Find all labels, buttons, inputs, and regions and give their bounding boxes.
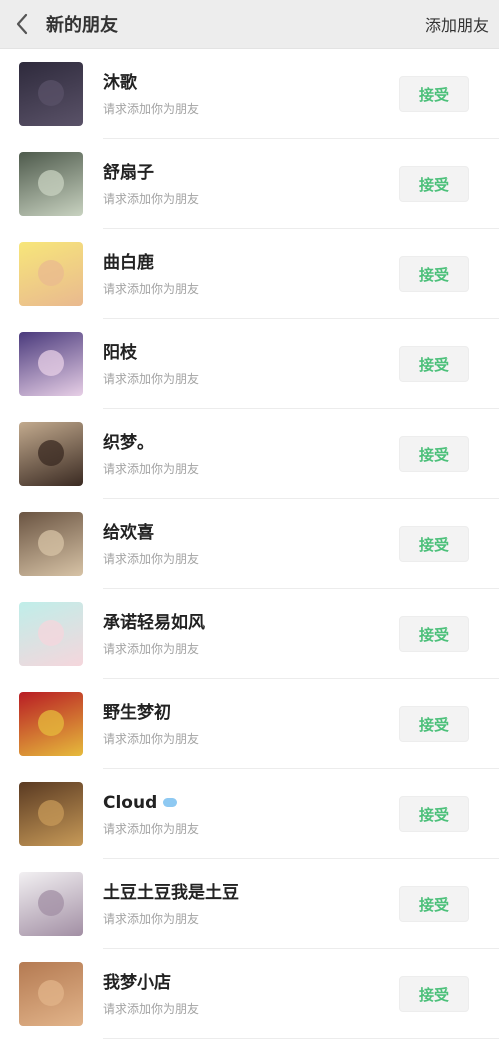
page-title: 新的朋友 bbox=[46, 15, 118, 36]
friend-request-row[interactable]: 我梦小店 请求添加你为朋友 接受 bbox=[0, 949, 499, 1039]
avatar-figure bbox=[38, 79, 64, 106]
avatar-figure bbox=[38, 619, 64, 646]
friend-request-row[interactable]: 承诺轻易如风 请求添加你为朋友 接受 bbox=[0, 589, 499, 679]
avatar[interactable] bbox=[19, 782, 83, 846]
avatar[interactable] bbox=[19, 602, 83, 666]
friend-name-text: 土豆土豆我是土豆 bbox=[103, 882, 239, 903]
avatar-figure bbox=[38, 799, 64, 826]
accept-button[interactable]: 接受 bbox=[399, 76, 469, 112]
friend-request-list: 沐歌 请求添加你为朋友 接受 舒扇子 请求添加你为朋友 接受 曲白鹿 请求添加你为朋友 接受 阳枝… bbox=[0, 49, 499, 1039]
avatar[interactable] bbox=[19, 422, 83, 486]
friend-request-row[interactable]: 曲白鹿 请求添加你为朋友 接受 bbox=[0, 229, 499, 319]
avatar[interactable] bbox=[19, 62, 83, 126]
avatar[interactable] bbox=[19, 332, 83, 396]
avatar[interactable] bbox=[19, 242, 83, 306]
accept-button[interactable]: 接受 bbox=[399, 706, 469, 742]
back-button[interactable] bbox=[0, 0, 44, 48]
top-bar: 新的朋友 添加朋友 bbox=[0, 0, 499, 49]
accept-button[interactable]: 接受 bbox=[399, 976, 469, 1012]
avatar[interactable] bbox=[19, 512, 83, 576]
friend-name-text: 我梦小店 bbox=[103, 972, 171, 993]
avatar[interactable] bbox=[19, 872, 83, 936]
friend-name-text: Cloud bbox=[103, 792, 158, 813]
accept-button[interactable]: 接受 bbox=[399, 256, 469, 292]
friend-name-text: 给欢喜 bbox=[103, 522, 154, 543]
friend-request-row[interactable]: 阳枝 请求添加你为朋友 接受 bbox=[0, 319, 499, 409]
friend-name-text: 织梦。 bbox=[103, 432, 154, 453]
friend-name-text: 承诺轻易如风 bbox=[103, 612, 205, 633]
avatar-figure bbox=[38, 979, 64, 1006]
accept-button[interactable]: 接受 bbox=[399, 616, 469, 652]
accept-button[interactable]: 接受 bbox=[399, 526, 469, 562]
avatar-figure bbox=[38, 349, 64, 376]
avatar-figure bbox=[38, 169, 64, 196]
accept-button[interactable]: 接受 bbox=[399, 436, 469, 472]
avatar-figure bbox=[38, 439, 64, 466]
chevron-left-icon bbox=[16, 13, 28, 35]
avatar-figure bbox=[38, 889, 64, 916]
friend-request-row[interactable]: Cloud 请求添加你为朋友 接受 bbox=[0, 769, 499, 859]
accept-button[interactable]: 接受 bbox=[399, 886, 469, 922]
friend-name-text: 阳枝 bbox=[103, 342, 137, 363]
avatar-figure bbox=[38, 709, 64, 736]
avatar[interactable] bbox=[19, 692, 83, 756]
add-friend-button[interactable]: 添加朋友 bbox=[425, 0, 489, 48]
avatar[interactable] bbox=[19, 962, 83, 1026]
avatar-figure bbox=[38, 529, 64, 556]
accept-button[interactable]: 接受 bbox=[399, 346, 469, 382]
friend-name-text: 沐歌 bbox=[103, 72, 137, 93]
verified-badge-icon bbox=[163, 798, 178, 807]
accept-button[interactable]: 接受 bbox=[399, 166, 469, 202]
avatar-figure bbox=[38, 259, 64, 286]
friend-request-row[interactable]: 土豆土豆我是土豆 请求添加你为朋友 接受 bbox=[0, 859, 499, 949]
friend-request-row[interactable]: 野生梦初 请求添加你为朋友 接受 bbox=[0, 679, 499, 769]
friend-request-row[interactable]: 织梦。 请求添加你为朋友 接受 bbox=[0, 409, 499, 499]
friend-request-row[interactable]: 舒扇子 请求添加你为朋友 接受 bbox=[0, 139, 499, 229]
friend-name-text: 野生梦初 bbox=[103, 702, 171, 723]
accept-button[interactable]: 接受 bbox=[399, 796, 469, 832]
friend-name-text: 舒扇子 bbox=[103, 162, 154, 183]
friend-request-row[interactable]: 沐歌 请求添加你为朋友 接受 bbox=[0, 49, 499, 139]
friend-name-text: 曲白鹿 bbox=[103, 252, 154, 273]
friend-request-row[interactable]: 给欢喜 请求添加你为朋友 接受 bbox=[0, 499, 499, 589]
avatar[interactable] bbox=[19, 152, 83, 216]
